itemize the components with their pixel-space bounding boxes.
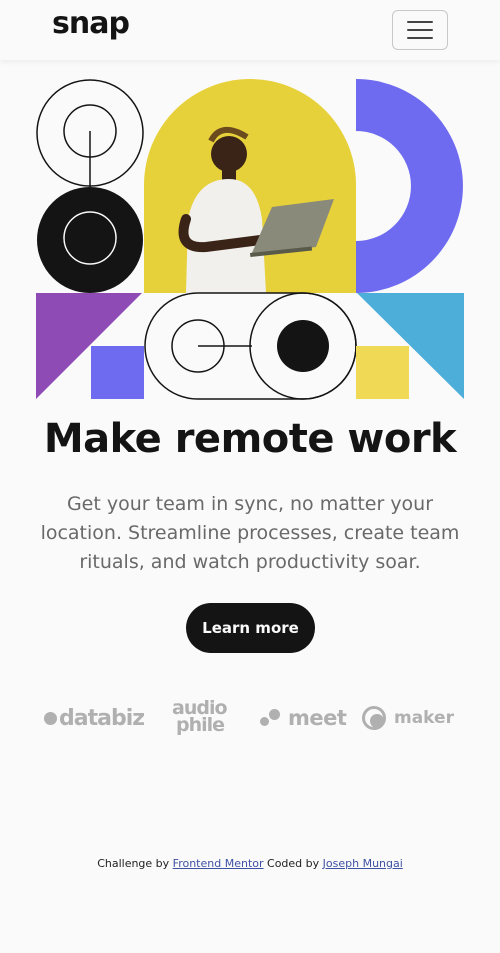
learn-more-button[interactable]: Learn more [186,603,315,653]
logo[interactable]: snap [52,6,130,41]
menu-toggle-button[interactable] [392,10,448,50]
hamburger-menu-icon [407,29,433,31]
maker-logo: maker [362,706,454,730]
hero-description: Get your team in sync, no matter your lo… [40,493,460,573]
audiophile-logo: audio phile [172,697,228,736]
databiz-logo: databiz [44,706,145,731]
author-link[interactable]: Joseph Mungai [323,857,403,870]
maker-circle-icon [362,706,386,730]
hero-illustration [36,79,464,400]
meet-logo: meet [260,706,347,730]
hero-title: Make remote work [43,416,457,462]
site-header: snap [0,0,500,60]
client-logos: databiz audio phile meet maker [40,697,460,740]
frontend-mentor-link[interactable]: Frontend Mentor [173,857,264,870]
hamburger-menu-icon [407,21,433,23]
databiz-dot-icon [44,712,57,725]
attribution-footer: Challenge by Frontend Mentor Coded by Jo… [97,857,403,870]
hamburger-menu-icon [407,37,433,39]
meet-dots-icon [260,707,282,729]
